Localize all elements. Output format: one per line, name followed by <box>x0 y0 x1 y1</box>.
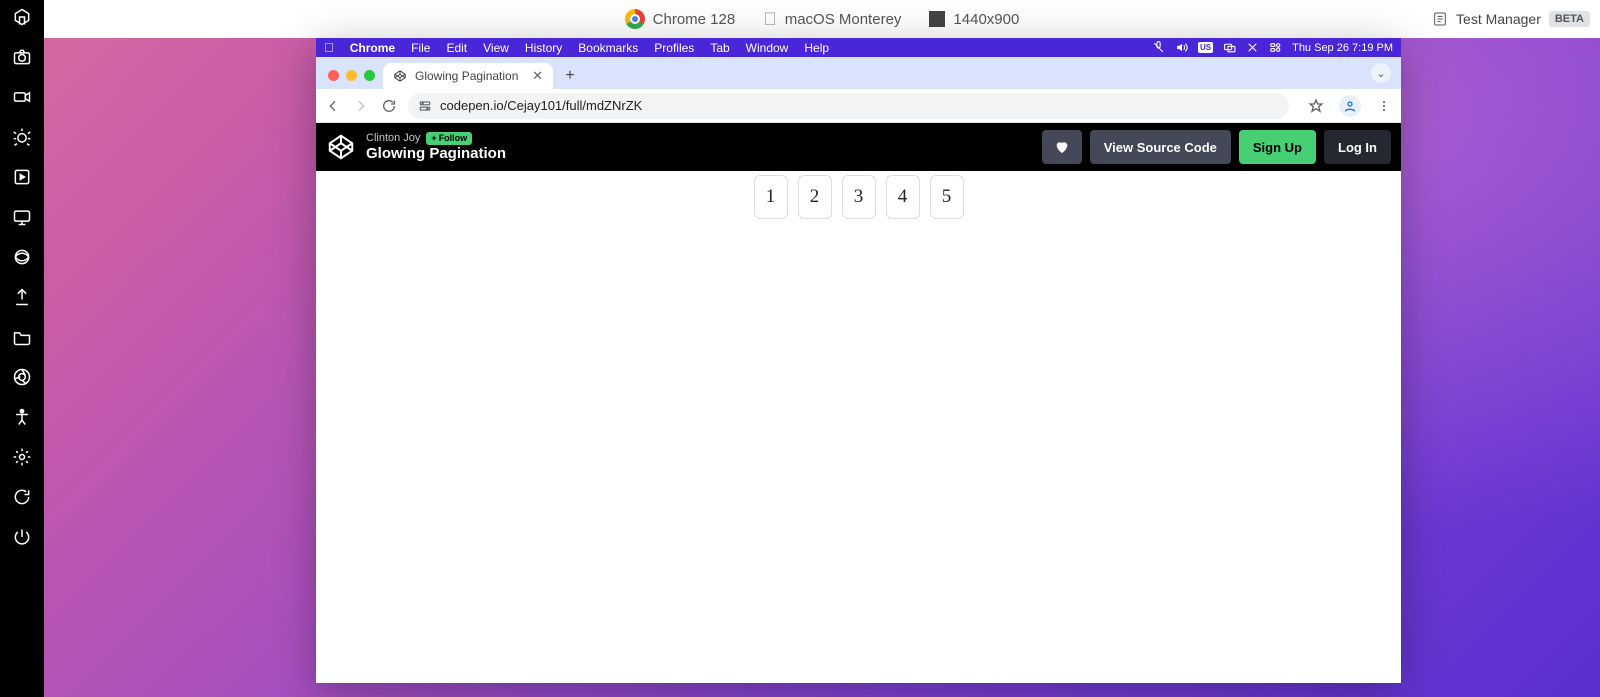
menubar-app[interactable]: Chrome <box>350 41 395 55</box>
globe-spin-icon[interactable] <box>11 246 33 268</box>
apple-icon:  <box>763 9 777 30</box>
power-icon[interactable] <box>11 526 33 548</box>
page-2[interactable]: 2 <box>798 175 832 219</box>
control-center-icon[interactable] <box>1269 41 1282 54</box>
mic-off-icon[interactable] <box>1152 41 1165 54</box>
forward-button[interactable] <box>352 97 370 115</box>
os-label: macOS Monterey <box>785 11 902 28</box>
follow-button[interactable]: + Follow <box>426 132 472 144</box>
play-square-icon[interactable] <box>11 166 33 188</box>
menubar-bookmarks[interactable]: Bookmarks <box>578 41 638 55</box>
page-4[interactable]: 4 <box>886 175 920 219</box>
codepen-header: Clinton Joy + Follow Glowing Pagination … <box>316 123 1401 171</box>
os-info:  macOS Monterey <box>763 9 901 30</box>
back-button[interactable] <box>324 97 342 115</box>
gear-icon[interactable] <box>11 446 33 468</box>
chrome-icon <box>625 9 645 29</box>
menubar-tab[interactable]: Tab <box>710 41 729 55</box>
volume-icon[interactable] <box>1175 41 1188 54</box>
login-button[interactable]: Log In <box>1324 130 1391 164</box>
bug-icon[interactable] <box>11 126 33 148</box>
pen-author[interactable]: Clinton Joy <box>366 132 420 145</box>
menubar-history[interactable]: History <box>525 41 562 55</box>
browser-label: Chrome 128 <box>653 11 736 28</box>
love-button[interactable] <box>1042 130 1082 164</box>
tabs-dropdown-button[interactable]: ⌄ <box>1371 63 1391 83</box>
folder-icon[interactable] <box>11 326 33 348</box>
menubar-status: US Thu Sep 26 7:19 PM <box>1152 41 1393 54</box>
screen-share-icon[interactable] <box>11 206 33 228</box>
beta-badge: BETA <box>1549 11 1590 27</box>
tab-strip: Glowing Pagination ✕ + ⌄ <box>316 57 1401 89</box>
codepen-logo-icon[interactable] <box>326 132 356 162</box>
browser-window:  Chrome File Edit View History Bookmark… <box>316 38 1401 683</box>
site-settings-icon[interactable] <box>418 99 432 113</box>
menubar-view[interactable]: View <box>483 41 509 55</box>
new-tab-button[interactable]: + <box>557 63 583 89</box>
mirror-stack-icon[interactable] <box>1223 41 1236 54</box>
browser-info: Chrome 128 <box>625 9 736 29</box>
signup-button[interactable]: Sign Up <box>1239 130 1316 164</box>
home-hex-icon[interactable] <box>11 6 33 28</box>
env-info-bar: Chrome 128  macOS Monterey 1440x900 Tes… <box>44 0 1600 38</box>
chrome-outline-icon[interactable] <box>11 366 33 388</box>
resolution-label: 1440x900 <box>953 11 1019 28</box>
codepen-favicon-icon <box>393 69 407 83</box>
menubar-file[interactable]: File <box>411 41 430 55</box>
zoom-window-button[interactable] <box>364 70 375 81</box>
menubar-help[interactable]: Help <box>804 41 829 55</box>
menubar-clock[interactable]: Thu Sep 26 7:19 PM <box>1292 42 1393 54</box>
accessibility-icon[interactable] <box>11 406 33 428</box>
resolution-info: 1440x900 <box>929 11 1019 28</box>
chrome-menu-button[interactable] <box>1375 97 1393 115</box>
bookmark-star-button[interactable] <box>1307 97 1325 115</box>
resolution-icon <box>929 11 945 27</box>
address-bar: codepen.io/Cejay101/full/mdZNrZK <box>316 89 1401 123</box>
url-text: codepen.io/Cejay101/full/mdZNrZK <box>440 98 642 113</box>
page-5[interactable]: 5 <box>930 175 964 219</box>
pen-title: Glowing Pagination <box>366 145 506 162</box>
reload-button[interactable] <box>380 97 398 115</box>
desktop-stage: Chrome 128  macOS Monterey 1440x900 Tes… <box>44 0 1600 697</box>
test-manager-icon <box>1432 11 1448 27</box>
url-field[interactable]: codepen.io/Cejay101/full/mdZNrZK <box>408 93 1289 119</box>
follow-label: Follow <box>439 133 468 143</box>
test-manager-label[interactable]: Test Manager <box>1456 11 1541 27</box>
window-controls <box>328 70 375 81</box>
diag-icon[interactable] <box>1246 41 1259 54</box>
video-icon[interactable] <box>11 86 33 108</box>
close-tab-button[interactable]: ✕ <box>532 68 543 84</box>
menubar-window[interactable]: Window <box>746 41 789 55</box>
upload-icon[interactable] <box>11 286 33 308</box>
minimize-window-button[interactable] <box>346 70 357 81</box>
page-3[interactable]: 3 <box>842 175 876 219</box>
camera-icon[interactable] <box>11 46 33 68</box>
sync-icon[interactable] <box>11 486 33 508</box>
tab-title: Glowing Pagination <box>415 69 518 83</box>
close-window-button[interactable] <box>328 70 339 81</box>
browser-tab[interactable]: Glowing Pagination ✕ <box>383 63 553 89</box>
macos-menubar:  Chrome File Edit View History Bookmark… <box>316 38 1401 57</box>
profile-button[interactable] <box>1339 95 1361 117</box>
page-content: 1 2 3 4 5 <box>316 171 1401 683</box>
menubar-profiles[interactable]: Profiles <box>654 41 694 55</box>
menubar-edit[interactable]: Edit <box>446 41 467 55</box>
view-source-button[interactable]: View Source Code <box>1090 130 1231 164</box>
tool-rail <box>0 0 44 697</box>
pagination: 1 2 3 4 5 <box>754 175 964 683</box>
page-1[interactable]: 1 <box>754 175 788 219</box>
apple-menu-icon[interactable]:  <box>324 40 334 55</box>
input-source-badge[interactable]: US <box>1198 42 1213 53</box>
